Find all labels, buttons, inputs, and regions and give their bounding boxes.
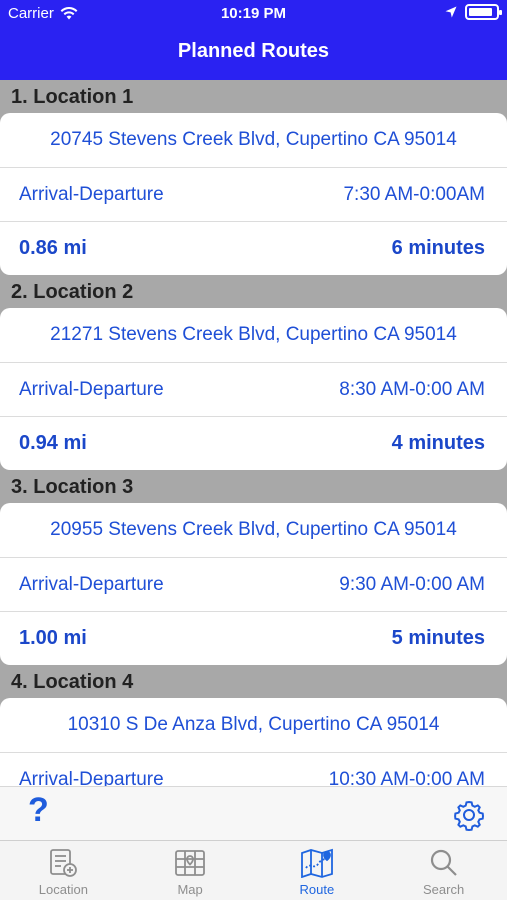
address-row[interactable]: 10310 S De Anza Blvd, Cupertino CA 95014 bbox=[0, 698, 507, 752]
duration-value: 6 minutes bbox=[391, 237, 485, 259]
address-row[interactable]: 20745 Stevens Creek Blvd, Cupertino CA 9… bbox=[0, 113, 507, 167]
address-text: 20745 Stevens Creek Blvd, Cupertino CA 9… bbox=[50, 129, 457, 150]
section-header: 3. Location 3 bbox=[0, 470, 507, 503]
address-row[interactable]: 21271 Stevens Creek Blvd, Cupertino CA 9… bbox=[0, 308, 507, 362]
arrival-departure-label: Arrival-Departure bbox=[19, 573, 164, 595]
tab-bar: Location Map Route Search bbox=[0, 840, 507, 900]
location-list-icon bbox=[50, 849, 78, 877]
tab-map[interactable]: Map bbox=[127, 841, 254, 900]
battery-icon bbox=[465, 4, 502, 20]
arrival-departure-row[interactable]: Arrival-Departure 10:30 AM-0:00 AM bbox=[0, 752, 507, 786]
tab-label: Search bbox=[423, 882, 465, 897]
distance-value: 1.00 mi bbox=[19, 627, 87, 649]
section-header: 4. Location 4 bbox=[0, 665, 507, 698]
section-header: 1. Location 1 bbox=[0, 80, 507, 113]
distance-row: 0.86 mi 6 minutes bbox=[0, 221, 507, 275]
stop-card: 20955 Stevens Creek Blvd, Cupertino CA 9… bbox=[0, 503, 507, 665]
arrival-departure-label: Arrival-Departure bbox=[19, 378, 164, 400]
status-time: 10:19 PM bbox=[220, 5, 287, 22]
arrival-departure-time: 8:30 AM-0:00 AM bbox=[339, 378, 485, 400]
help-button[interactable]: ? bbox=[28, 791, 49, 830]
status-right bbox=[445, 4, 502, 20]
tab-location[interactable]: Location bbox=[0, 841, 127, 900]
duration-value: 4 minutes bbox=[391, 432, 485, 454]
distance-value: 0.86 mi bbox=[19, 237, 87, 259]
tab-route[interactable]: Route bbox=[254, 841, 381, 900]
page-title: Planned Routes bbox=[177, 40, 330, 62]
address-text: 21271 Stevens Creek Blvd, Cupertino CA 9… bbox=[50, 324, 457, 345]
address-row[interactable]: 20955 Stevens Creek Blvd, Cupertino CA 9… bbox=[0, 503, 507, 557]
battery-fill bbox=[469, 8, 493, 16]
arrival-departure-row[interactable]: Arrival-Departure 8:30 AM-0:00 AM bbox=[0, 362, 507, 416]
route-map-icon bbox=[300, 848, 333, 878]
stop-card: 10310 S De Anza Blvd, Cupertino CA 95014… bbox=[0, 698, 507, 786]
address-text: 10310 S De Anza Blvd, Cupertino CA 95014 bbox=[67, 714, 440, 735]
distance-value: 0.94 mi bbox=[19, 432, 87, 454]
arrival-departure-time: 9:30 AM-0:00 AM bbox=[339, 573, 485, 595]
bottom-toolbar: ? bbox=[0, 786, 507, 840]
status-bar: Carrier 10:19 PM bbox=[0, 0, 507, 28]
distance-row: 1.00 mi 5 minutes bbox=[0, 611, 507, 665]
tab-label: Route bbox=[299, 882, 335, 897]
distance-row: 0.94 mi 4 minutes bbox=[0, 416, 507, 470]
route-list[interactable]: 1. Location 1 20745 Stevens Creek Blvd, … bbox=[0, 80, 507, 786]
navigation-bar: Carrier 10:19 PM Planned Routes bbox=[0, 0, 507, 80]
map-grid-icon bbox=[175, 850, 206, 876]
tab-label: Location bbox=[38, 882, 88, 897]
arrival-departure-row[interactable]: Arrival-Departure 7:30 AM-0:00AM bbox=[0, 167, 507, 221]
arrival-departure-row[interactable]: Arrival-Departure 9:30 AM-0:00 AM bbox=[0, 557, 507, 611]
tab-label: Map bbox=[177, 882, 203, 897]
duration-value: 5 minutes bbox=[391, 627, 485, 649]
arrival-departure-label: Arrival-Departure bbox=[19, 768, 164, 787]
stop-card: 21271 Stevens Creek Blvd, Cupertino CA 9… bbox=[0, 308, 507, 470]
location-arrow-icon bbox=[445, 6, 457, 18]
arrival-departure-time: 10:30 AM-0:00 AM bbox=[328, 768, 485, 787]
tab-search[interactable]: Search bbox=[380, 841, 507, 900]
address-text: 20955 Stevens Creek Blvd, Cupertino CA 9… bbox=[50, 519, 457, 540]
gear-icon[interactable] bbox=[453, 799, 485, 831]
stop-card: 20745 Stevens Creek Blvd, Cupertino CA 9… bbox=[0, 113, 507, 275]
section-header: 2. Location 2 bbox=[0, 275, 507, 308]
arrival-departure-label: Arrival-Departure bbox=[19, 183, 164, 205]
arrival-departure-time: 7:30 AM-0:00AM bbox=[343, 183, 485, 205]
search-icon bbox=[430, 849, 457, 876]
